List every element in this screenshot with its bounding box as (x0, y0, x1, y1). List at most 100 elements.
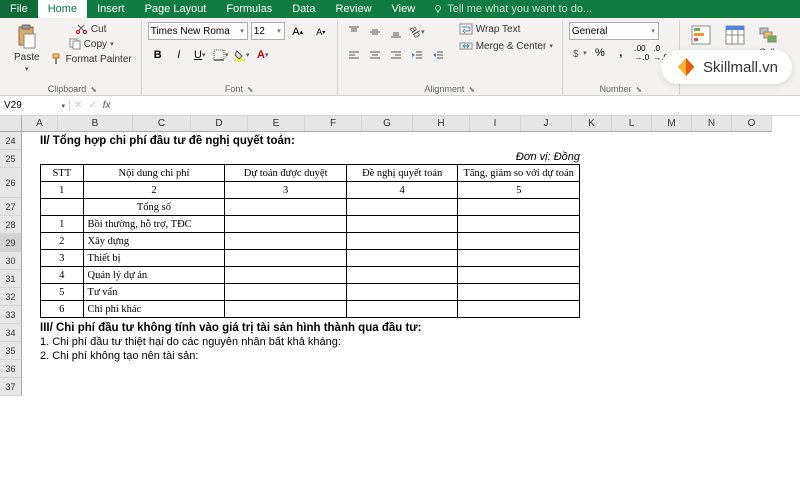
tab-view[interactable]: View (382, 0, 426, 18)
align-center-button[interactable] (365, 45, 385, 65)
row-header-37[interactable]: 37 (0, 378, 22, 396)
cut-button[interactable]: Cut (73, 22, 110, 36)
row-header-28[interactable]: 28 (0, 216, 22, 234)
decrease-indent-button[interactable] (407, 45, 427, 65)
copy-icon (69, 38, 81, 50)
col-header-B[interactable]: B (58, 116, 133, 132)
wrap-text-button[interactable]: Wrap Text (456, 22, 556, 36)
align-top-button[interactable] (344, 22, 364, 42)
col-header-C[interactable]: C (133, 116, 191, 132)
tab-page-layout[interactable]: Page Layout (135, 0, 217, 18)
underline-button[interactable]: U▾ (190, 45, 210, 65)
accounting-format-button[interactable]: $▾ (569, 43, 589, 63)
group-font: ▾ ▾ A▴ A▾ B I U▾ ▾ ▾ A▾ Font⬊ (142, 20, 338, 95)
font-dialog-launcher[interactable]: ⬊ (247, 85, 254, 94)
col-header-K[interactable]: K (572, 116, 612, 132)
chevron-down-icon: ▾ (274, 27, 284, 35)
row-header-27[interactable]: 27 (0, 198, 22, 216)
align-bottom-button[interactable] (386, 22, 406, 42)
font-name-combo[interactable]: ▾ (148, 22, 248, 40)
chevron-down-icon: ▾ (549, 42, 553, 50)
col-header-M[interactable]: M (652, 116, 692, 132)
align-left-button[interactable] (344, 45, 364, 65)
decrease-font-button[interactable]: A▾ (311, 22, 331, 42)
row-header-30[interactable]: 30 (0, 252, 22, 270)
increase-indent-button[interactable] (428, 45, 448, 65)
total-dutoan (225, 199, 347, 216)
row-header-24[interactable]: 24 (0, 132, 22, 150)
borders-button[interactable]: ▾ (211, 45, 231, 65)
col-header-E[interactable]: E (248, 116, 305, 132)
item-tanggiam (458, 267, 580, 284)
col-header-I[interactable]: I (470, 116, 521, 132)
row-header-31[interactable]: 31 (0, 270, 22, 288)
enter-icon[interactable]: ✓ (88, 100, 96, 111)
tab-data[interactable]: Data (282, 0, 325, 18)
currency-icon: $ (571, 47, 583, 59)
select-all-corner[interactable] (0, 116, 22, 132)
fill-color-button[interactable]: ▾ (232, 45, 252, 65)
format-painter-button[interactable]: Format Painter (48, 52, 135, 66)
row-header-33[interactable]: 33 (0, 306, 22, 324)
row-header-25[interactable]: 25 (0, 150, 22, 168)
align-right-button[interactable] (386, 45, 406, 65)
tell-me[interactable]: Tell me what you want to do... (433, 0, 592, 18)
svg-text:$: $ (573, 49, 579, 59)
cell-styles-icon (758, 24, 780, 46)
col-header-H[interactable]: H (413, 116, 470, 132)
section-3-title: III/ Chi phí đầu tư không tính vào giá t… (40, 322, 586, 334)
tab-review[interactable]: Review (325, 0, 381, 18)
clipboard-dialog-launcher[interactable]: ⬊ (90, 85, 97, 94)
col-header-N[interactable]: N (692, 116, 732, 132)
italic-button[interactable]: I (169, 45, 189, 65)
row-header-34[interactable]: 34 (0, 324, 22, 342)
col-header-G[interactable]: G (362, 116, 413, 132)
col-header-L[interactable]: L (612, 116, 652, 132)
bold-button[interactable]: B (148, 45, 168, 65)
row-header-29[interactable]: 29 (0, 234, 22, 252)
font-name-input[interactable] (149, 26, 237, 37)
formula-input[interactable] (115, 100, 800, 111)
tab-insert[interactable]: Insert (87, 0, 135, 18)
paste-button[interactable]: Paste ▾ (10, 22, 44, 75)
merge-label: Merge & Center (476, 41, 547, 52)
copy-button[interactable]: Copy ▾ (66, 37, 117, 51)
col-header-J[interactable]: J (521, 116, 572, 132)
comma-button[interactable]: , (611, 43, 631, 63)
font-size-combo[interactable]: ▾ (251, 22, 285, 40)
col-header-F[interactable]: F (305, 116, 362, 132)
number-dialog-launcher[interactable]: ⬊ (635, 85, 642, 94)
font-size-input[interactable] (252, 26, 274, 37)
increase-decimal-button[interactable]: .00→.0 (632, 43, 652, 63)
table-row: 3Thiết bị (41, 250, 580, 267)
wrap-icon (459, 23, 473, 35)
tab-formulas[interactable]: Formulas (216, 0, 282, 18)
row-header-26[interactable]: 26 (0, 168, 22, 198)
number-format-input[interactable] (570, 26, 648, 37)
num-c1: 1 (41, 182, 84, 199)
percent-button[interactable]: % (590, 43, 610, 63)
row-header-35[interactable]: 35 (0, 342, 22, 360)
align-middle-button[interactable] (365, 22, 385, 42)
col-header-O[interactable]: O (732, 116, 772, 132)
conditional-formatting-button[interactable] (686, 22, 716, 48)
row-header-32[interactable]: 32 (0, 288, 22, 306)
merge-center-button[interactable]: Merge & Center ▾ (456, 39, 556, 53)
fx-icon[interactable]: fx (103, 100, 111, 111)
orientation-button[interactable]: ab▾ (407, 22, 427, 42)
row-header-36[interactable]: 36 (0, 360, 22, 378)
format-as-table-button[interactable] (720, 22, 750, 48)
increase-font-button[interactable]: A▴ (288, 22, 308, 42)
number-format-combo[interactable]: ▾ (569, 22, 659, 40)
name-box[interactable]: V29 ▾ (0, 100, 70, 111)
cancel-icon[interactable]: ✕ (74, 100, 82, 111)
col-header-D[interactable]: D (191, 116, 248, 132)
font-color-button[interactable]: A▾ (253, 45, 273, 65)
tab-file[interactable]: File (0, 0, 38, 18)
alignment-dialog-launcher[interactable]: ⬊ (468, 85, 475, 94)
item-label: Xây dựng (83, 233, 225, 250)
worksheet-area[interactable]: II/ Tổng hợp chi phí đầu tư đề nghị quyế… (22, 132, 800, 492)
tab-home[interactable]: Home (38, 0, 87, 18)
align-left-icon (348, 49, 360, 61)
col-header-A[interactable]: A (22, 116, 58, 132)
